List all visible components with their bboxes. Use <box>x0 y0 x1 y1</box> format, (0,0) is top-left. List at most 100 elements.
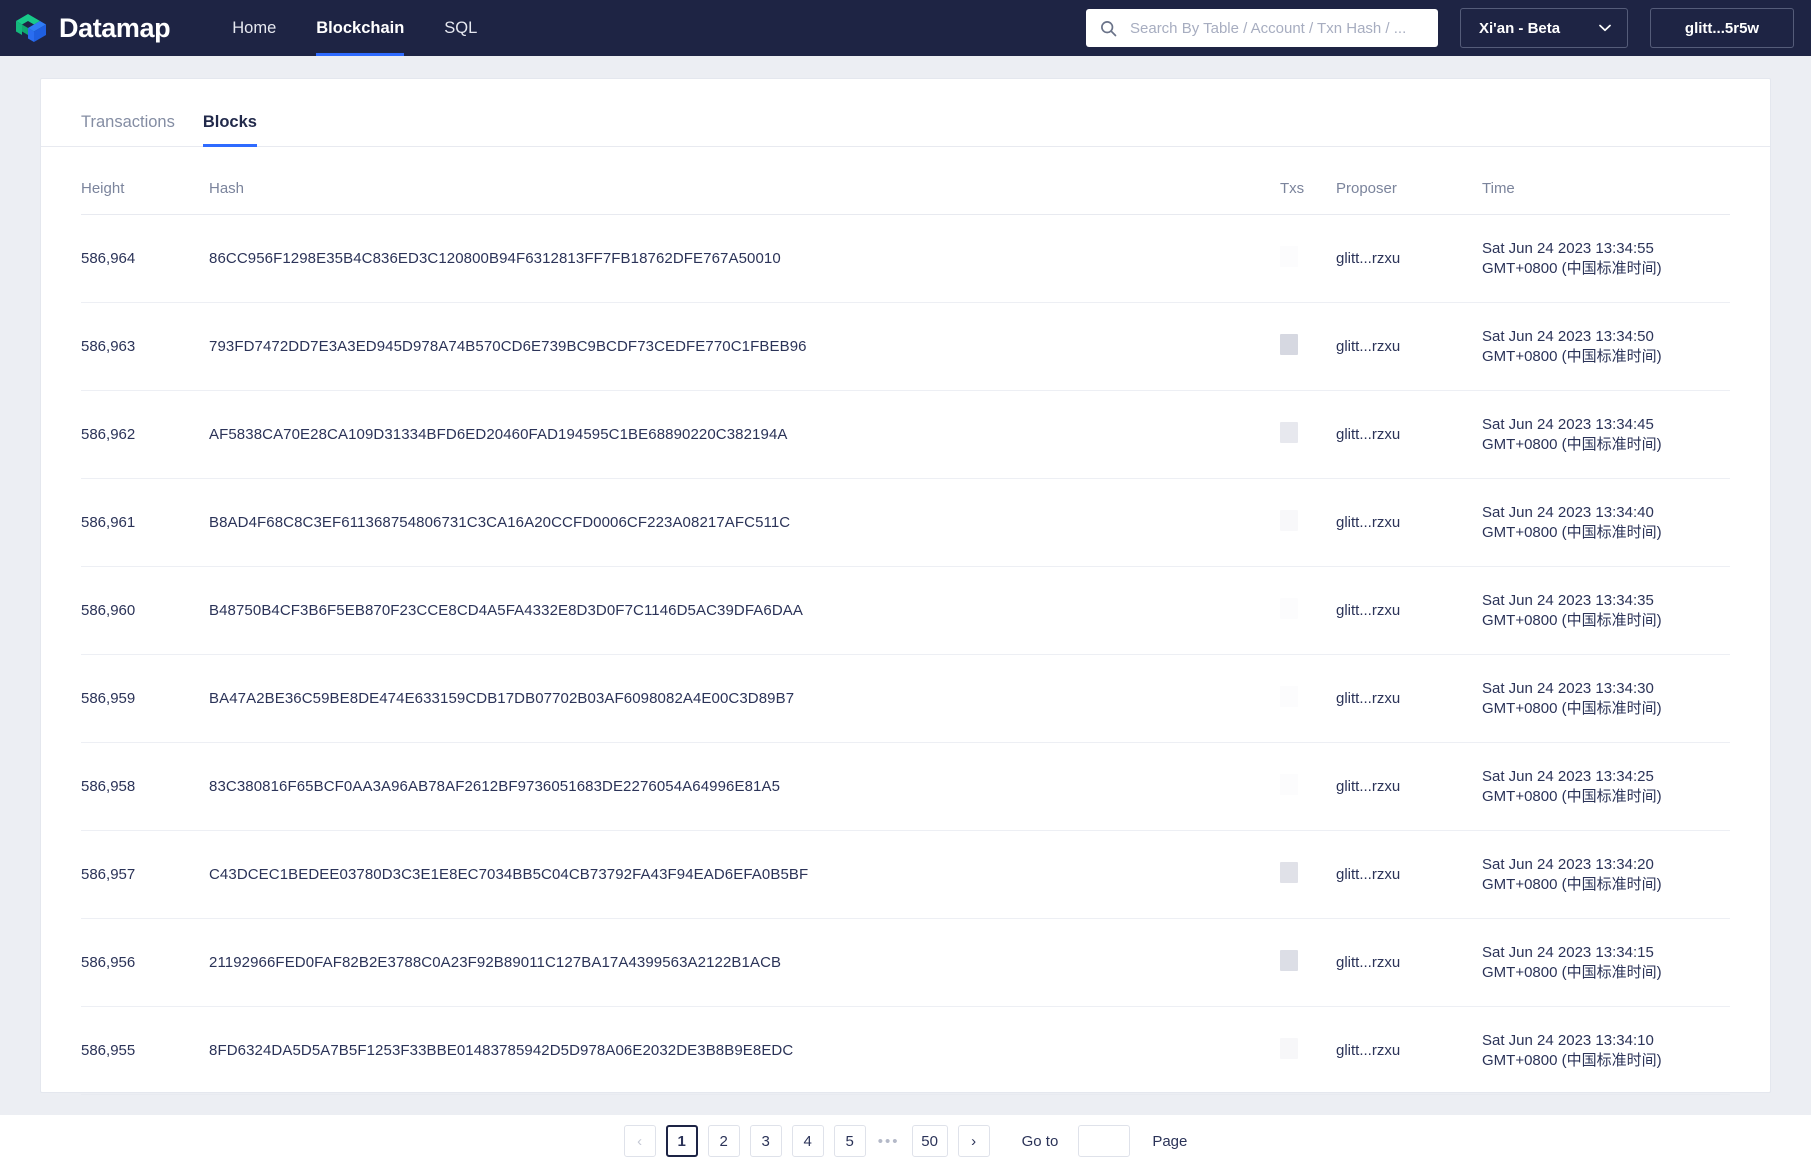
table-row[interactable]: 586,957 C43DCEC1BEDEE03780D3C3E1E8EC7034B… <box>81 830 1730 919</box>
tab-blocks[interactable]: Blocks <box>202 113 258 147</box>
pagination-last-page[interactable]: 50 <box>911 1125 948 1157</box>
table-row[interactable]: 586,962 AF5838CA70E28CA109D31334BFD6ED204… <box>81 390 1730 479</box>
cell-proposer[interactable]: glitt...rzxu <box>1336 742 1482 831</box>
cell-txs <box>1280 742 1336 831</box>
cell-time: Sat Jun 24 2023 13:34:25 GMT+0800 (中国标准时间… <box>1482 742 1730 831</box>
cell-txs <box>1280 918 1336 1007</box>
cell-time-line1: Sat Jun 24 2023 13:34:55 <box>1482 240 1654 257</box>
table-header-row: Height Hash Txs Proposer Time <box>81 147 1730 215</box>
cell-proposer[interactable]: glitt...rzxu <box>1336 654 1482 743</box>
table-row[interactable]: 586,961 B8AD4F68C8C3EF611368754806731C3CA… <box>81 478 1730 567</box>
search-input[interactable] <box>1128 18 1424 38</box>
nav-link-sql[interactable]: SQL <box>424 0 497 56</box>
cell-hash[interactable]: 83C380816F65BCF0AA3A96AB78AF2612BF973605… <box>209 742 1280 831</box>
network-selector[interactable]: Xi'an - Beta <box>1460 8 1628 48</box>
goto-page-input[interactable] <box>1078 1125 1131 1157</box>
cell-hash[interactable]: 8FD6324DA5D5A7B5F1253F33BBE01483785942D5… <box>209 1006 1280 1095</box>
column-header-hash: Hash <box>209 147 1280 215</box>
table-row[interactable]: 586,956 21192966FED0FAF82B2E3788C0A23F92B… <box>81 918 1730 1007</box>
cell-proposer[interactable]: glitt...rzxu <box>1336 390 1482 479</box>
nav-link-blockchain[interactable]: Blockchain <box>296 0 424 56</box>
cell-proposer[interactable]: glitt...rzxu <box>1336 918 1482 1007</box>
cell-txs <box>1280 830 1336 919</box>
cell-proposer[interactable]: glitt...rzxu <box>1336 478 1482 567</box>
cell-time: Sat Jun 24 2023 13:34:50 GMT+0800 (中国标准时间… <box>1482 302 1730 391</box>
cell-time-line2: GMT+0800 (中国标准时间) <box>1482 259 1662 277</box>
blocks-table-head: Height Hash Txs Proposer Time <box>81 147 1730 215</box>
cell-time: Sat Jun 24 2023 13:34:40 GMT+0800 (中国标准时间… <box>1482 478 1730 567</box>
nav-link-home[interactable]: Home <box>212 0 296 56</box>
cell-proposer[interactable]: glitt...rzxu <box>1336 214 1482 303</box>
cell-hash[interactable]: 21192966FED0FAF82B2E3788C0A23F92B89011C1… <box>209 918 1280 1007</box>
cell-hash[interactable]: 86CC956F1298E35B4C836ED3C120800B94F63128… <box>209 214 1280 303</box>
chevron-right-icon: › <box>971 1132 977 1150</box>
cell-time-line2: GMT+0800 (中国标准时间) <box>1482 787 1662 805</box>
cell-height: 586,960 <box>81 566 209 655</box>
pagination-prev-button[interactable]: ‹ <box>623 1125 656 1157</box>
cell-height: 586,964 <box>81 214 209 303</box>
table-row[interactable]: 586,960 B48750B4CF3B6F5EB870F23CCE8CD4A5F… <box>81 566 1730 655</box>
cell-hash[interactable]: C43DCEC1BEDEE03780D3C3E1E8EC7034BB5C04CB… <box>209 830 1280 919</box>
cell-height: 586,959 <box>81 654 209 743</box>
table-row[interactable]: 586,959 BA47A2BE36C59BE8DE474E633159CDB17… <box>81 654 1730 743</box>
cell-time-line1: Sat Jun 24 2023 13:34:45 <box>1482 416 1654 433</box>
txs-placeholder <box>1280 862 1298 883</box>
txs-placeholder <box>1280 950 1298 971</box>
txs-placeholder <box>1280 510 1298 531</box>
nav-right-group: Xi'an - Beta glitt...5r5w <box>1086 8 1794 48</box>
cell-time-line2: GMT+0800 (中国标准时间) <box>1482 611 1662 629</box>
blocks-table-wrapper: Height Hash Txs Proposer Time 586,964 86C… <box>41 147 1770 1157</box>
cell-proposer[interactable]: glitt...rzxu <box>1336 1006 1482 1095</box>
txs-placeholder <box>1280 686 1298 707</box>
cell-time-line1: Sat Jun 24 2023 13:34:50 <box>1482 328 1654 345</box>
cell-txs <box>1280 566 1336 655</box>
cell-txs <box>1280 214 1336 303</box>
column-header-height: Height <box>81 147 209 215</box>
table-row[interactable]: 586,964 86CC956F1298E35B4C836ED3C120800B9… <box>81 214 1730 303</box>
pagination-page-5[interactable]: 5 <box>833 1125 866 1157</box>
cell-time-line2: GMT+0800 (中国标准时间) <box>1482 875 1662 893</box>
cell-hash[interactable]: B48750B4CF3B6F5EB870F23CCE8CD4A5FA4332E8… <box>209 566 1280 655</box>
txs-placeholder <box>1280 598 1298 619</box>
cell-height: 586,963 <box>81 302 209 391</box>
account-button[interactable]: glitt...5r5w <box>1650 8 1794 48</box>
chevron-left-icon: ‹ <box>637 1132 643 1150</box>
cell-proposer[interactable]: glitt...rzxu <box>1336 566 1482 655</box>
cell-txs <box>1280 654 1336 743</box>
pagination-page-3[interactable]: 3 <box>749 1125 782 1157</box>
pagination-page-4[interactable]: 4 <box>791 1125 824 1157</box>
pagination-page-2[interactable]: 2 <box>707 1125 740 1157</box>
page-word-label: Page <box>1152 1132 1188 1150</box>
pagination-next-button[interactable]: › <box>957 1125 990 1157</box>
cell-time-line1: Sat Jun 24 2023 13:34:15 <box>1482 944 1654 961</box>
column-header-txs: Txs <box>1280 147 1336 215</box>
cell-height: 586,956 <box>81 918 209 1007</box>
column-header-proposer: Proposer <box>1336 147 1482 215</box>
primary-nav: Home Blockchain SQL <box>212 0 497 56</box>
table-row[interactable]: 586,958 83C380816F65BCF0AA3A96AB78AF2612B… <box>81 742 1730 831</box>
brand-name: Datamap <box>59 12 171 43</box>
cell-time-line2: GMT+0800 (中国标准时间) <box>1482 347 1662 365</box>
pagination: ‹ 1 2 3 4 5 ••• 50 › Go to Page <box>81 1095 1730 1157</box>
brand-logo-link[interactable]: Datamap <box>14 11 171 45</box>
table-row[interactable]: 586,963 793FD7472DD7E3A3ED945D978A74B570C… <box>81 302 1730 391</box>
cell-time-line1: Sat Jun 24 2023 13:34:35 <box>1482 592 1654 609</box>
cell-proposer[interactable]: glitt...rzxu <box>1336 302 1482 391</box>
search-box[interactable] <box>1086 9 1438 47</box>
pagination-page-1[interactable]: 1 <box>665 1125 698 1157</box>
cell-hash[interactable]: BA47A2BE36C59BE8DE474E633159CDB17DB07702… <box>209 654 1280 743</box>
tab-transactions[interactable]: Transactions <box>81 113 175 146</box>
cell-hash[interactable]: B8AD4F68C8C3EF611368754806731C3CA16A20CC… <box>209 478 1280 567</box>
cell-proposer[interactable]: glitt...rzxu <box>1336 830 1482 919</box>
page-body: Transactions Blocks Height Hash Txs Prop… <box>0 56 1811 1157</box>
cell-time: Sat Jun 24 2023 13:34:15 GMT+0800 (中国标准时间… <box>1482 918 1730 1007</box>
cell-time-line2: GMT+0800 (中国标准时间) <box>1482 1051 1662 1069</box>
table-row[interactable]: 586,955 8FD6324DA5D5A7B5F1253F33BBE014837… <box>81 1006 1730 1095</box>
blocks-card: Transactions Blocks Height Hash Txs Prop… <box>40 78 1771 1157</box>
blocks-table: Height Hash Txs Proposer Time 586,964 86C… <box>81 147 1730 1095</box>
cell-hash[interactable]: AF5838CA70E28CA109D31334BFD6ED20460FAD19… <box>209 390 1280 479</box>
datamap-logo-icon <box>14 11 48 45</box>
txs-placeholder <box>1280 422 1298 443</box>
cell-hash[interactable]: 793FD7472DD7E3A3ED945D978A74B570CD6E739B… <box>209 302 1280 391</box>
txs-placeholder <box>1280 334 1298 355</box>
